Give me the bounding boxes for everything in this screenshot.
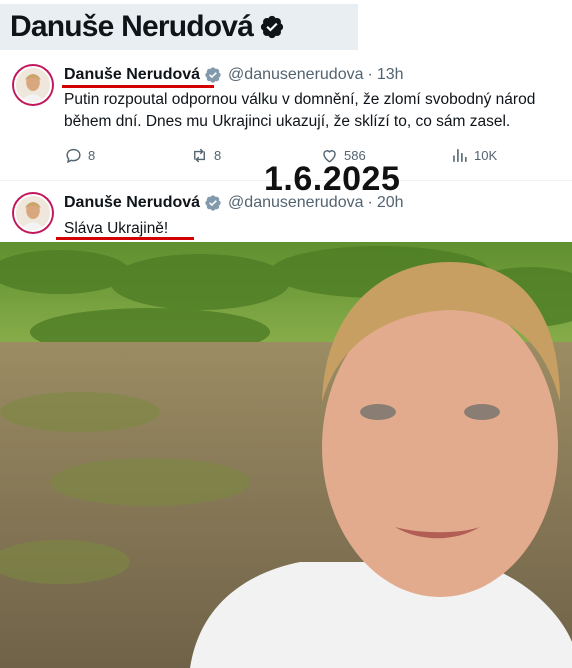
tweet-text-line: během dní. Dnes mu Ukrajinci ukazují, že… [64,113,511,130]
avatar-portrait [16,68,50,102]
separator-dot: · [367,194,373,211]
separator-dot: · [367,66,373,83]
tweet-timestamp[interactable]: 13h [377,66,404,84]
verified-badge-icon [205,67,221,83]
tweet-author[interactable]: Danuše Nerudová [64,194,200,212]
verified-badge-icon [205,195,221,211]
avatar[interactable] [12,64,54,106]
tweet-photo[interactable] [0,242,572,668]
reply-icon [66,148,81,164]
repost-count: 8 [214,148,222,163]
red-underline [56,237,194,240]
profile-name-large: Danuše Nerudová [10,10,254,43]
reply-count: 8 [88,148,96,163]
tweet-handle[interactable]: @danusenerudova [228,194,363,212]
repost-icon [194,148,205,163]
reply-button[interactable]: 8 [64,146,95,165]
tweet[interactable]: Danuše Nerudová @danusenerudova · 20h Sl… [0,182,572,242]
views-count: 10K [474,148,498,163]
red-underline [62,85,214,88]
tweet-handle[interactable]: @danusenerudova [228,66,363,84]
avatar[interactable] [12,192,54,234]
views-icon [453,149,467,162]
selfie-in-vineyard-image [0,242,572,668]
tweet-timestamp[interactable]: 20h [377,194,404,212]
repost-button[interactable]: 8 [190,146,221,165]
verified-badge-icon [260,15,284,39]
tweet-author[interactable]: Danuše Nerudová [64,66,200,84]
views-button[interactable]: 10K [450,146,497,165]
avatar-portrait [16,196,50,230]
tweet-text: Putin rozpoutal odpornou válku v domnění… [64,89,535,133]
profile-banner: Danuše Nerudová [0,4,358,50]
tweet-text-line: Putin rozpoutal odpornou válku v domnění… [64,91,536,108]
